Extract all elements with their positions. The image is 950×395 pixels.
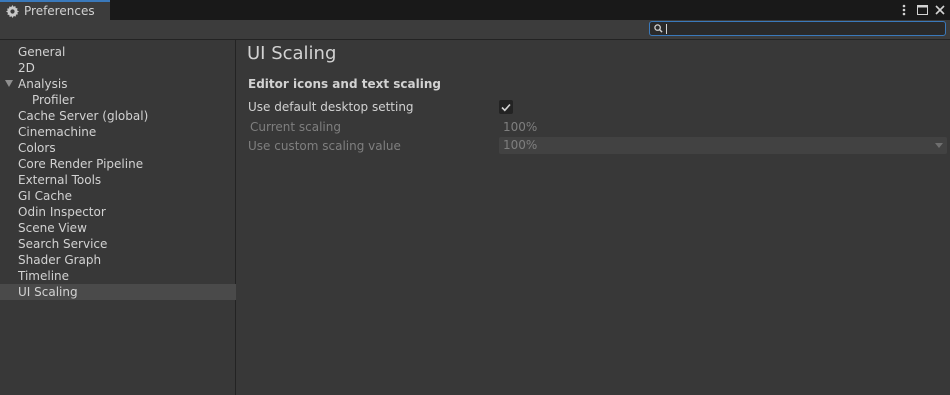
search-field[interactable]: [649, 21, 946, 36]
sidebar-item-label: Profiler: [32, 93, 75, 107]
sidebar-item-gi-cache[interactable]: GI Cache: [0, 188, 236, 204]
maximize-icon[interactable]: [916, 3, 928, 17]
custom-scaling-label: Use custom scaling value: [248, 139, 401, 153]
page-title: UI Scaling: [247, 43, 337, 64]
sidebar-item-general[interactable]: General: [0, 44, 236, 60]
sidebar-item-scene-view[interactable]: Scene View: [0, 220, 236, 236]
expand-triangle-icon[interactable]: [5, 80, 13, 87]
default-setting-checkbox[interactable]: [499, 100, 513, 114]
sidebar-item-label: General: [18, 45, 66, 59]
default-setting-label: Use default desktop setting: [248, 100, 414, 114]
sidebar-item-cache-server[interactable]: Cache Server (global): [0, 108, 236, 124]
sidebar-item-label: Core Render Pipeline: [18, 157, 144, 171]
sidebar-item-external-tools[interactable]: External Tools: [0, 172, 236, 188]
sidebar-item-label: Search Service: [18, 237, 108, 251]
sidebar-item-label: External Tools: [18, 173, 102, 187]
sidebar-item-shader-graph[interactable]: Shader Graph: [0, 252, 236, 268]
settings-panel: UI Scaling Editor icons and text scaling…: [237, 40, 950, 395]
sidebar-item-search-service[interactable]: Search Service: [0, 236, 236, 252]
sidebar-item-label: Shader Graph: [18, 253, 102, 267]
sidebar-item-profiler[interactable]: Profiler: [0, 92, 236, 108]
preferences-tab[interactable]: Preferences: [0, 0, 110, 20]
section-header: Editor icons and text scaling: [248, 77, 441, 91]
sidebar-item-label: Colors: [18, 141, 56, 155]
tab-title: Preferences: [24, 4, 95, 18]
sidebar-item-label: 2D: [18, 61, 35, 75]
sidebar-item-label: Timeline: [18, 269, 70, 283]
text-caret: [666, 23, 667, 34]
chevron-down-icon: [935, 143, 943, 148]
sidebar-item-label: UI Scaling: [18, 285, 78, 299]
sidebar-item-timeline[interactable]: Timeline: [0, 268, 236, 284]
checkmark-icon: [501, 103, 511, 111]
current-scaling-label: Current scaling: [250, 120, 341, 134]
sidebar-item-core-render-pipeline[interactable]: Core Render Pipeline: [0, 156, 236, 172]
sidebar-item-label: Cache Server (global): [18, 109, 149, 123]
search-icon: [652, 22, 664, 35]
sidebar-item-label: Odin Inspector: [18, 205, 106, 219]
sidebar-item-cinemachine[interactable]: Cinemachine: [0, 124, 236, 140]
current-scaling-value: 100%: [503, 120, 538, 134]
sidebar-item-label: GI Cache: [18, 189, 72, 203]
preferences-sidebar: General 2D Analysis Profiler Cache Serve…: [0, 40, 236, 395]
window-controls: [898, 2, 946, 18]
sidebar-item-analysis[interactable]: Analysis: [0, 76, 236, 92]
more-menu-icon[interactable]: [898, 3, 910, 17]
tab-bar: Preferences: [0, 0, 950, 20]
sidebar-item-colors[interactable]: Colors: [0, 140, 236, 156]
sidebar-item-odin-inspector[interactable]: Odin Inspector: [0, 204, 236, 220]
sidebar-item-label: Analysis: [18, 77, 68, 91]
custom-scaling-value: 100%: [503, 138, 538, 152]
sidebar-item-label: Scene View: [18, 221, 87, 235]
sidebar-item-2d[interactable]: 2D: [0, 60, 236, 76]
gear-icon: [6, 4, 20, 18]
sidebar-item-label: Cinemachine: [18, 125, 97, 139]
close-icon[interactable]: [934, 3, 946, 17]
sidebar-item-ui-scaling[interactable]: UI Scaling: [0, 284, 236, 300]
custom-scaling-dropdown[interactable]: 100%: [499, 137, 947, 154]
